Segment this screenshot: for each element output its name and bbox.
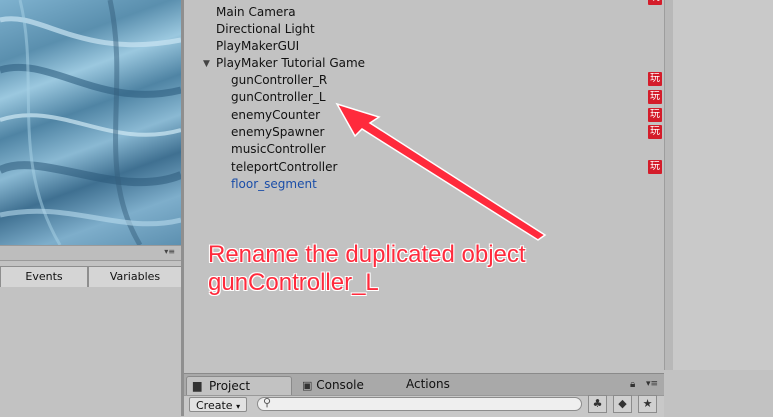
hierarchy-item-enemycounter[interactable]: enemyCounter — [231, 107, 320, 124]
playmaker-fsm-icon[interactable]: 玩 — [648, 160, 662, 174]
scene-footer-strip: ▾≡ — [0, 245, 181, 261]
hierarchy-item-guncontroller-r[interactable]: gunController_R — [231, 72, 327, 89]
tab-variables-label: Variables — [109, 270, 161, 283]
tab-events[interactable]: Events — [0, 266, 88, 288]
hierarchy-item-teleportcontroller[interactable]: teleportController — [231, 159, 337, 176]
playmaker-fsm-icon[interactable]: 玩 — [648, 72, 662, 86]
star-icon: ★ — [642, 397, 653, 410]
filter-by-type-button[interactable]: ♣ — [588, 395, 607, 413]
annotation-line-2: gunController_L — [208, 269, 379, 296]
hierarchy-item-playmaker-tutorial-game[interactable]: PlayMaker Tutorial Game — [216, 55, 365, 72]
chevron-down-icon: ▾ — [236, 402, 241, 411]
tab-actions[interactable]: Actions — [406, 375, 450, 393]
playmaker-fsm-icon[interactable]: 玩 — [648, 0, 662, 5]
search-input[interactable]: ⚲ — [257, 396, 582, 411]
tag-icon: ◆ — [618, 397, 627, 410]
create-button-label: Create — [196, 399, 233, 412]
hierarchy-item-main-camera[interactable]: Main Camera — [216, 4, 296, 21]
scene-view[interactable] — [0, 0, 181, 245]
search-icon: ⚲ — [263, 396, 272, 409]
hierarchy-item-musiccontroller[interactable]: musicController — [231, 141, 326, 158]
lock-icon[interactable]: 🔒︎ — [630, 379, 635, 390]
inspector-area — [673, 0, 773, 370]
filter-by-label-button[interactable]: ◆ — [613, 395, 632, 413]
playmaker-fsm-icon[interactable]: 玩 — [648, 90, 662, 104]
playmaker-fsm-icon[interactable]: 玩 — [648, 108, 662, 122]
create-button[interactable]: Create ▾ — [189, 397, 247, 412]
tutorial-annotation: Rename the duplicated object gunControll… — [208, 241, 526, 297]
tab-variables[interactable]: Variables — [88, 266, 182, 288]
playmaker-panel-body — [0, 287, 181, 416]
tab-project[interactable]: ▆ Project — [186, 376, 292, 396]
playmaker-fsm-icon[interactable]: 玩 — [648, 125, 662, 139]
hierarchy-item-floor-segment[interactable]: floor_segment — [231, 176, 317, 193]
hierarchy-item-enemyspawner[interactable]: enemySpawner — [231, 124, 325, 141]
console-icon: ▣ — [302, 379, 313, 392]
hierarchy-item-directional-light[interactable]: Directional Light — [216, 21, 315, 38]
annotation-line-1: Rename the duplicated object — [208, 241, 526, 268]
panel-menu-icon[interactable]: ▾≡ — [646, 379, 658, 389]
shapes-icon: ♣ — [592, 397, 603, 410]
hierarchy-item-playmakergui[interactable]: PlayMakerGUI — [216, 38, 299, 55]
folder-icon: ▆ — [193, 379, 202, 392]
tab-project-label: Project — [209, 379, 251, 393]
scene-floor-texture — [0, 0, 181, 245]
tab-console-label: Console — [316, 378, 364, 392]
tab-console[interactable]: ▣ Console — [302, 376, 364, 394]
expand-triangle-icon[interactable]: ▼ — [203, 59, 210, 69]
hierarchy-item-guncontroller-l[interactable]: gunController_L — [231, 89, 326, 106]
tab-events-label: Events — [25, 270, 63, 283]
favorites-button[interactable]: ★ — [638, 395, 657, 413]
panel-menu-icon[interactable]: ▾≡ — [164, 247, 175, 256]
